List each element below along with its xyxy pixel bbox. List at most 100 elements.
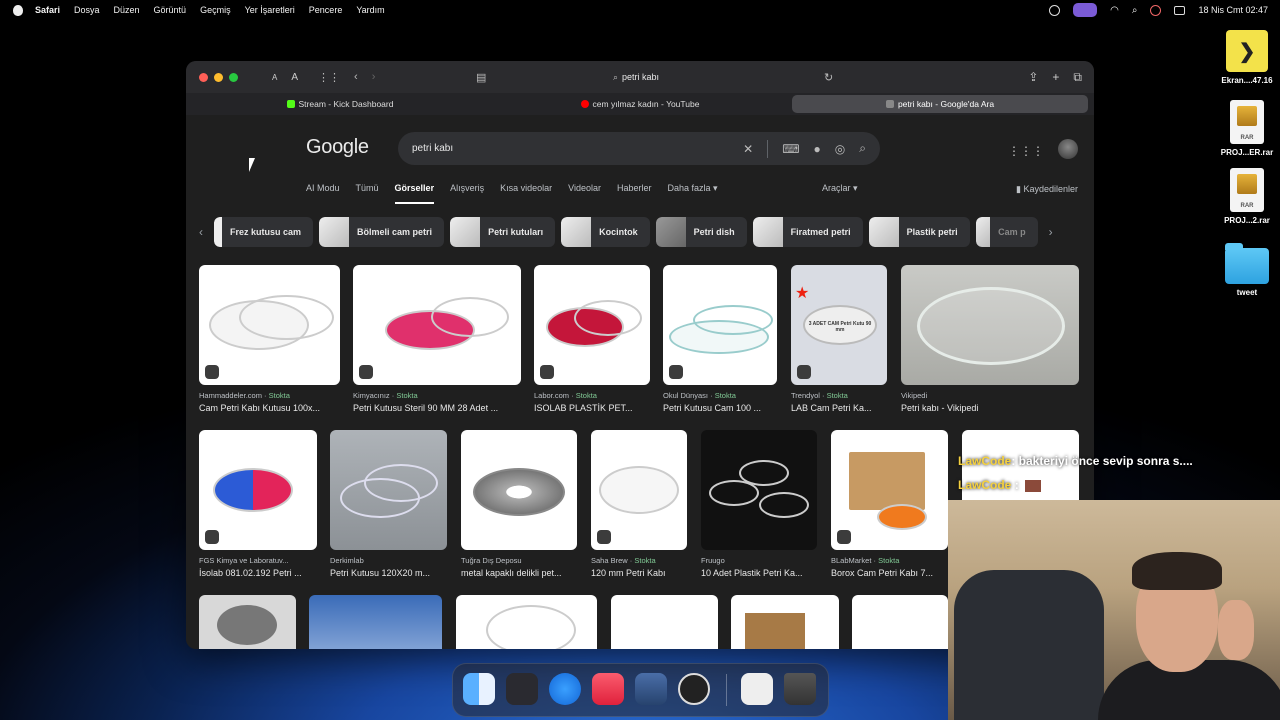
image-result[interactable]: Labor.com · Stokta ISOLAB PLASTİK PET...	[534, 265, 650, 413]
desktop-icon-screenshot[interactable]: ❯ Ekran....47.16	[1217, 30, 1277, 85]
menu-item-window[interactable]: Pencere	[309, 5, 343, 15]
search-icon[interactable]: ⌕	[1132, 5, 1138, 16]
chip[interactable]: Petri dish	[655, 217, 747, 247]
user-icon[interactable]	[1150, 4, 1162, 16]
tab-overview-icon[interactable]: ⋮⋮	[318, 71, 340, 84]
image-result[interactable]: Tuğra Dış Deposu metal kapaklı delikli p…	[461, 430, 577, 578]
result-image[interactable]	[461, 430, 577, 550]
launchpad-icon[interactable]	[506, 673, 538, 705]
image-result[interactable]: ★ 3 ADET CAM Petri Kutu 90 mm Trendyol ·…	[791, 265, 887, 413]
result-title[interactable]: LAB Cam Petri Ka...	[791, 403, 887, 413]
result-image[interactable]	[701, 430, 817, 550]
wifi-icon[interactable]: ◠	[1110, 5, 1119, 16]
image-result[interactable]: FGS Kimya ve Laboratuv... İsolab 081.02.…	[199, 430, 317, 578]
result-image[interactable]	[309, 595, 442, 649]
chevron-left-icon[interactable]: ‹	[194, 225, 208, 239]
image-result[interactable]	[731, 595, 839, 649]
result-title[interactable]: 120 mm Petri Kabı	[591, 568, 687, 578]
result-image[interactable]	[199, 595, 296, 649]
image-result[interactable]: Vikipedi Petri kabı - Vikipedi	[901, 265, 1079, 413]
image-result[interactable]	[852, 595, 948, 649]
image-result[interactable]	[309, 595, 442, 649]
result-image[interactable]	[831, 430, 948, 550]
apps-grid-icon[interactable]: ⋮⋮⋮	[1008, 144, 1044, 158]
tab-ai-mode[interactable]: AI Modu	[306, 183, 340, 204]
tab-videos[interactable]: Videolar	[568, 183, 601, 204]
lens-icon[interactable]: ◎	[835, 142, 845, 156]
desktop-icon-rar-1[interactable]: RAR PROJ...ER.rar	[1217, 100, 1277, 157]
image-result[interactable]: Okul Dünyası · Stokta Petri Kutusu Cam 1…	[663, 265, 777, 413]
result-title[interactable]: Cam Petri Kabı Kutusu 100x...	[199, 403, 340, 413]
close-window-button[interactable]	[199, 72, 208, 82]
result-image[interactable]	[353, 265, 521, 385]
text-larger-button[interactable]: A	[291, 72, 298, 83]
result-title[interactable]: ISOLAB PLASTİK PET...	[534, 403, 650, 413]
music-icon[interactable]	[592, 673, 624, 705]
image-result[interactable]	[199, 595, 296, 649]
address-bar[interactable]: ⌕ petri kabı	[446, 68, 826, 86]
saved-button[interactable]: ▮ Kaydedilenler	[1016, 184, 1078, 195]
image-result[interactable]	[611, 595, 718, 649]
audio-file-icon[interactable]	[741, 673, 773, 705]
result-image[interactable]	[731, 595, 839, 649]
tab-news[interactable]: Haberler	[617, 183, 652, 204]
finder-icon[interactable]	[463, 673, 495, 705]
chip[interactable]: Plastik petri	[868, 217, 970, 247]
control-center-icon[interactable]	[1174, 5, 1186, 15]
desktop-icon-folder[interactable]: tweet	[1217, 243, 1277, 297]
recording-indicator-icon[interactable]	[1073, 3, 1098, 17]
text-smaller-button[interactable]: A	[272, 73, 277, 82]
menu-item-history[interactable]: Geçmiş	[200, 5, 231, 15]
safari-icon[interactable]	[549, 673, 581, 705]
result-title[interactable]: metal kapaklı delikli pet...	[461, 568, 577, 578]
image-result[interactable]: Hammaddeler.com · Stokta Cam Petri Kabı …	[199, 265, 340, 413]
apple-icon[interactable]	[13, 4, 23, 16]
tools-dropdown[interactable]: Araçlar ▾	[822, 183, 858, 194]
zoom-window-button[interactable]	[229, 72, 238, 82]
obs-icon[interactable]	[678, 673, 710, 705]
tab-youtube[interactable]: cem yılmaz kadın - YouTube	[492, 95, 788, 113]
reload-icon[interactable]: ↻	[824, 71, 833, 84]
search-icon[interactable]: ⌕	[859, 141, 866, 156]
result-image[interactable]	[456, 595, 597, 649]
result-image[interactable]	[663, 265, 777, 385]
status-icon[interactable]	[1049, 4, 1061, 16]
keyboard-icon[interactable]: ⌨	[782, 142, 799, 156]
image-result[interactable]: Kimyacınız · Stokta Petri Kutusu Steril …	[353, 265, 521, 413]
microphone-icon[interactable]: ●	[814, 142, 821, 156]
menu-item-view[interactable]: Görüntü	[154, 5, 187, 15]
tab-shopping[interactable]: Alışveriş	[450, 183, 484, 204]
result-title[interactable]: Petri Kutusu Cam 100 ...	[663, 403, 777, 413]
desktop-icon-rar-2[interactable]: RAR PROJ...2.rar	[1217, 168, 1277, 225]
menu-item-bookmarks[interactable]: Yer İşaretleri	[245, 5, 295, 15]
tab-google[interactable]: petri kabı - Google'da Ara	[792, 95, 1088, 113]
chevron-right-icon[interactable]: ›	[1044, 225, 1058, 239]
result-title[interactable]: Petri kabı - Vikipedi	[901, 403, 1079, 413]
result-title[interactable]: Borox Cam Petri Kabı 7...	[831, 568, 948, 578]
result-image[interactable]	[199, 265, 340, 385]
chip[interactable]: Kocintok	[561, 217, 650, 247]
chip[interactable]: Petri kutuları	[450, 217, 556, 247]
menu-item-edit[interactable]: Düzen	[114, 5, 140, 15]
search-box[interactable]: petri kabı ✕ ⌨ ● ◎ ⌕	[398, 132, 880, 165]
result-image[interactable]	[852, 595, 948, 649]
result-image[interactable]	[591, 430, 687, 550]
result-image[interactable]: ★ 3 ADET CAM Petri Kutu 90 mm	[791, 265, 887, 385]
clear-icon[interactable]: ✕	[743, 142, 753, 156]
result-title[interactable]: 10 Adet Plastik Petri Ka...	[701, 568, 817, 578]
chip[interactable]: Frez kutusu cam	[214, 217, 314, 247]
result-image[interactable]	[901, 265, 1079, 385]
tab-kick[interactable]: Stream - Kick Dashboard	[192, 95, 488, 113]
result-image[interactable]	[330, 430, 447, 550]
menu-item-help[interactable]: Yardım	[356, 5, 384, 15]
tabs-icon[interactable]: ⧉	[1073, 70, 1082, 85]
trash-icon[interactable]	[784, 673, 816, 705]
image-result[interactable]: BLabMarket · Stokta Borox Cam Petri Kabı…	[831, 430, 948, 578]
tab-short-videos[interactable]: Kısa videolar	[500, 183, 552, 204]
menu-item-file[interactable]: Dosya	[74, 5, 100, 15]
clock[interactable]: 18 Nis Cmt 02:47	[1198, 5, 1268, 15]
image-result[interactable]: Saha Brew · Stokta 120 mm Petri Kabı	[591, 430, 687, 578]
back-icon[interactable]: ‹	[354, 71, 358, 83]
image-result[interactable]: Derkimlab Petri Kutusu 120X20 m...	[330, 430, 447, 578]
tab-more[interactable]: Daha fazla ▾	[668, 183, 718, 204]
